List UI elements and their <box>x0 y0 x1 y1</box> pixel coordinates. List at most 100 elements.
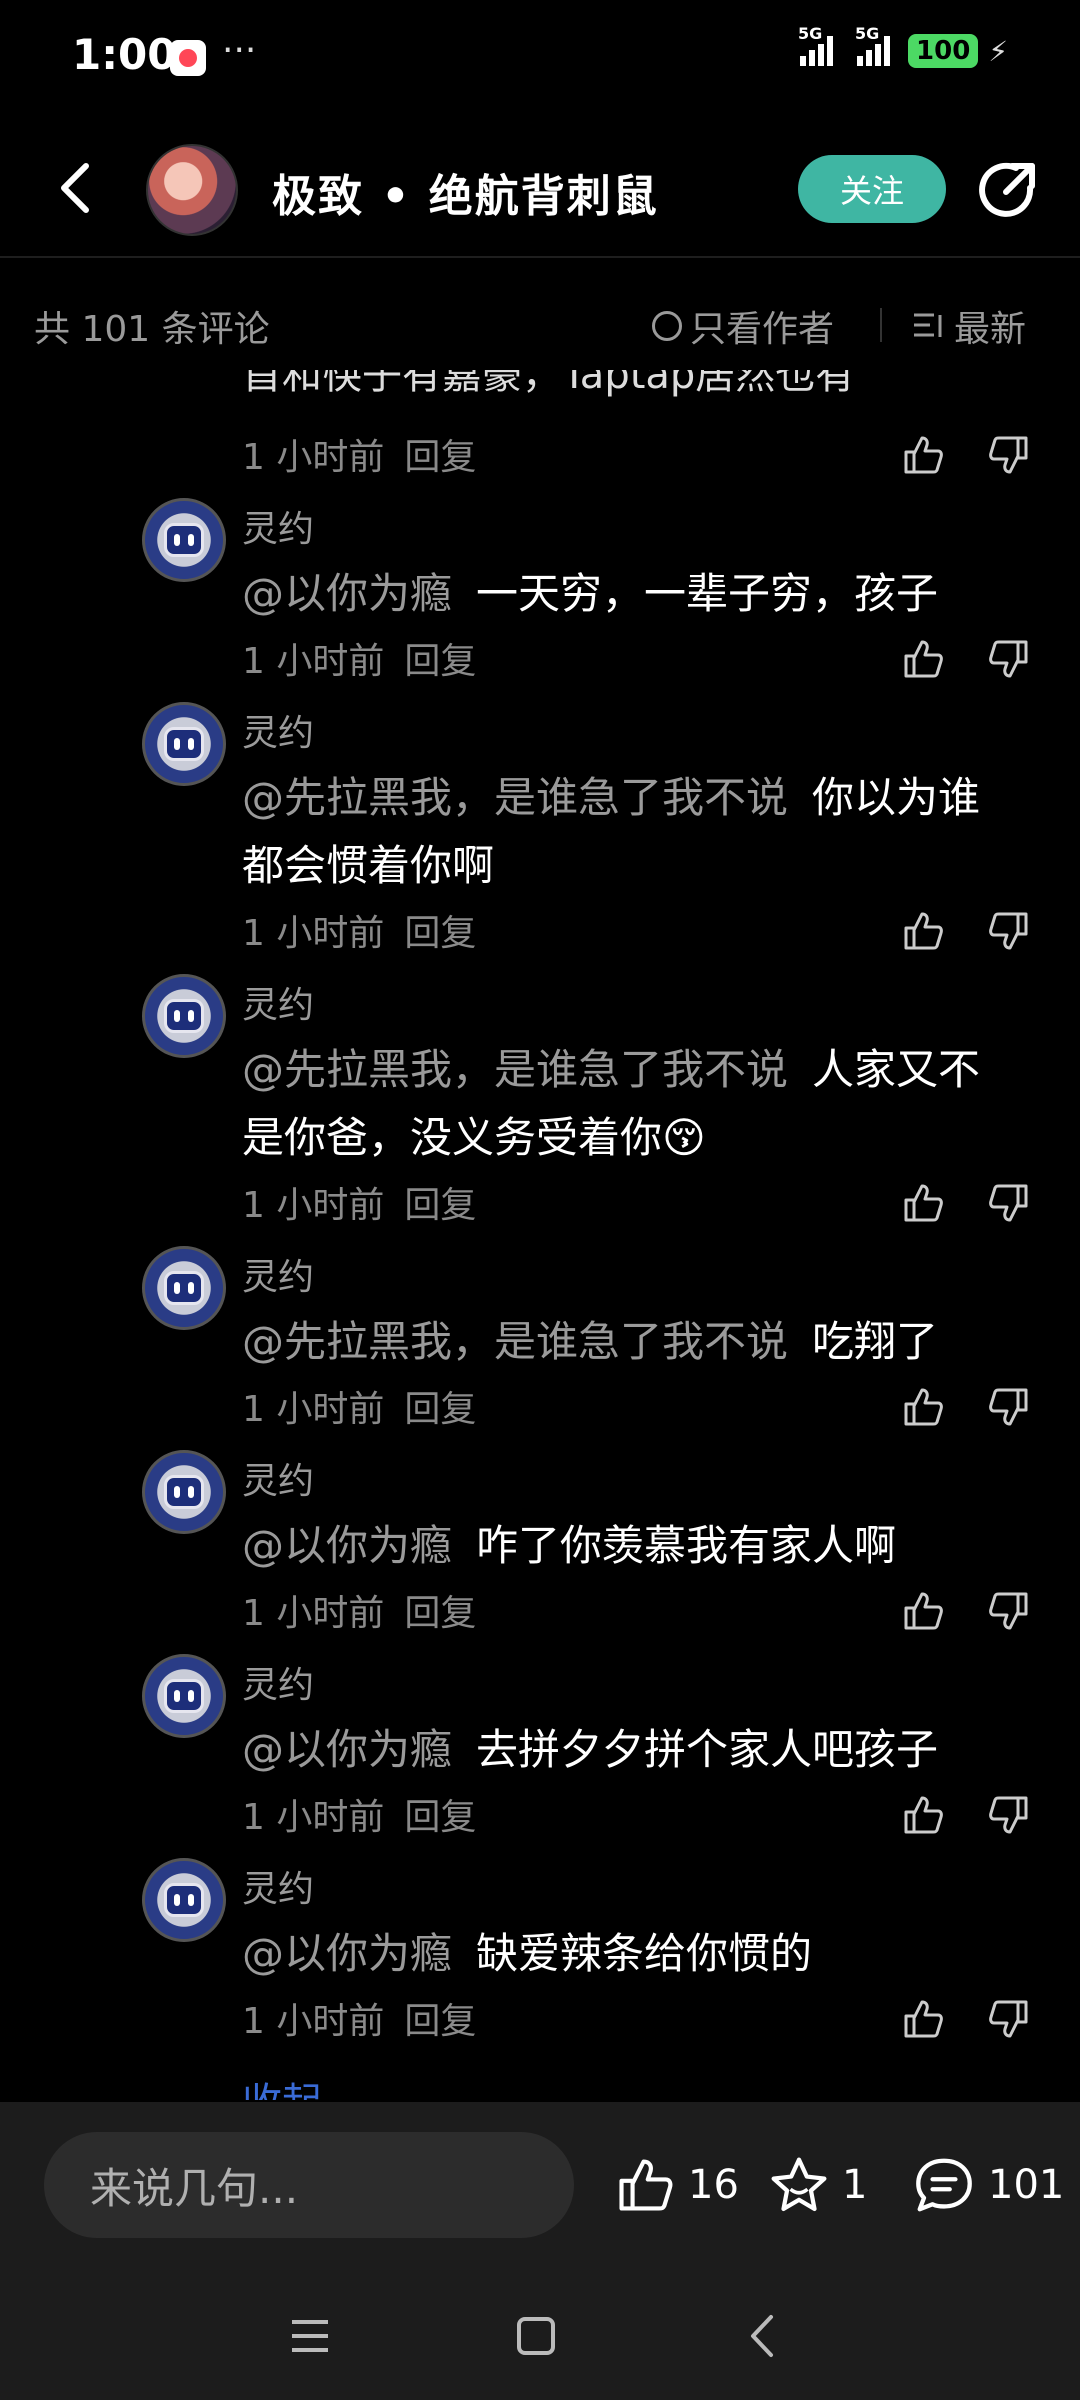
reply-button[interactable]: 回复 <box>404 1584 476 1636</box>
dislike-button[interactable] <box>986 636 1032 682</box>
author-only-toggle[interactable]: 只看作者 <box>652 300 834 352</box>
mention-link[interactable]: @以你为瘾 <box>242 569 452 618</box>
system-nav-bar <box>0 2272 1080 2400</box>
reply-username[interactable]: 灵约 <box>242 1452 314 1504</box>
reply-item: 灵约 @先拉黑我，是谁急了我不说 吃翔了 1 小时前 回复 <box>0 1246 1080 1450</box>
reply-text: @以你为瘾 缺爱辣条给你惯的 <box>242 1920 1022 1988</box>
reply-item: 灵约 @先拉黑我，是谁急了我不说 人家又不是你爸，没义务受着你😚 1 小时前 回复 <box>0 974 1080 1246</box>
battery-indicator: 100 <box>908 34 979 68</box>
comment-count: 共 101 条评论 <box>34 309 270 350</box>
thumbs-down-icon <box>989 1388 1028 1426</box>
reply-meta-row: 1 小时前 回复 <box>242 1990 1042 2046</box>
dislike-button[interactable] <box>986 908 1032 954</box>
reply-time: 1 小时前 <box>242 1797 385 1838</box>
signal-icon-2: 5G <box>855 24 891 66</box>
reply-text: @先拉黑我，是谁急了我不说 你以为谁都会惯着你啊 <box>242 764 1022 900</box>
dislike-button[interactable] <box>986 1792 1032 1838</box>
recent-apps-button[interactable] <box>278 2304 342 2368</box>
reply-button[interactable]: 回复 <box>404 428 476 480</box>
user-avatar[interactable] <box>142 1858 226 1942</box>
like-button[interactable] <box>900 1180 946 1226</box>
reply-meta-row: 1 小时前 回复 <box>242 1378 1042 1434</box>
thumbs-up-icon <box>904 1388 943 1426</box>
system-back-button[interactable] <box>730 2304 794 2368</box>
comments-header: 共 101 条评论 只看作者 最新 <box>0 290 1080 358</box>
like-button[interactable] <box>900 1384 946 1430</box>
reply-text: @以你为瘾 咋了你羡慕我有家人啊 <box>242 1512 1022 1580</box>
mention-link[interactable]: @以你为瘾 <box>242 1521 452 1570</box>
dislike-button[interactable] <box>986 1996 1032 2042</box>
favorite-button[interactable]: 1 <box>768 2132 867 2238</box>
like-button[interactable] <box>900 432 946 478</box>
collapse-replies-link[interactable]: 收起 <box>242 2070 322 2100</box>
user-avatar[interactable] <box>142 498 226 582</box>
user-avatar[interactable] <box>142 974 226 1058</box>
like-button[interactable] <box>900 1792 946 1838</box>
header-divider <box>0 256 1080 258</box>
sort-latest-button[interactable]: 最新 <box>912 300 1026 352</box>
bottom-action-bar: 来说几句... 16 1 101 <box>0 2102 1080 2272</box>
like-button[interactable] <box>900 1588 946 1634</box>
mention-link[interactable]: @先拉黑我，是谁急了我不说 <box>242 773 788 822</box>
follow-button[interactable]: 关注 <box>798 155 946 223</box>
user-avatar[interactable] <box>142 1654 226 1738</box>
thumbs-up-icon <box>904 436 943 474</box>
reply-username[interactable]: 灵约 <box>242 976 314 1028</box>
home-square-icon <box>517 2317 555 2355</box>
mention-link[interactable]: @先拉黑我，是谁急了我不说 <box>242 1045 788 1094</box>
favorite-count: 1 <box>842 2162 868 2208</box>
reply-body: 一天穷，一辈子穷，孩子 <box>476 569 939 618</box>
mention-link[interactable]: @以你为瘾 <box>242 1929 452 1978</box>
thumbs-down-icon <box>989 912 1028 950</box>
reply-button[interactable]: 回复 <box>404 632 476 684</box>
dislike-button[interactable] <box>986 1384 1032 1430</box>
mention-link[interactable]: @以你为瘾 <box>242 1725 452 1774</box>
thumbs-down-icon <box>989 1184 1028 1222</box>
reply-username[interactable]: 灵约 <box>242 500 314 552</box>
reply-text: @以你为瘾 去拼夕夕拼个家人吧孩子 <box>242 1716 1022 1784</box>
dislike-button[interactable] <box>986 1588 1032 1634</box>
reply-username[interactable]: 灵约 <box>242 1248 314 1300</box>
reply-body: 吃翔了 <box>812 1317 939 1366</box>
reply-item: 灵约 @以你为瘾 缺爱辣条给你惯的 1 小时前 回复 <box>0 1858 1080 2062</box>
status-indicators: 5G 5G 100 ⚡ <box>798 24 1008 68</box>
thumbs-down-icon <box>989 640 1028 678</box>
radio-icon <box>652 311 682 341</box>
reply-text: @先拉黑我，是谁急了我不说 人家又不是你爸，没义务受着你😚 <box>242 1036 1022 1172</box>
reply-username[interactable]: 灵约 <box>242 704 314 756</box>
page-title: 极致 • 绝航背刺鼠 <box>272 171 659 222</box>
comment-bubble-icon <box>916 2158 972 2212</box>
menu-icon <box>292 2320 328 2352</box>
reply-time: 1 小时前 <box>242 641 385 682</box>
reply-body: 咋了你羡慕我有家人啊 <box>476 1521 897 1570</box>
reply-button[interactable]: 回复 <box>404 1788 476 1840</box>
like-button[interactable] <box>900 908 946 954</box>
user-avatar[interactable] <box>142 702 226 786</box>
reply-button[interactable]: 回复 <box>404 1176 476 1228</box>
reply-username[interactable]: 灵约 <box>242 1860 314 1912</box>
back-button[interactable] <box>46 158 106 218</box>
comment-input[interactable]: 来说几句... <box>44 2132 574 2238</box>
thumbs-up-icon <box>904 1184 943 1222</box>
author-avatar[interactable] <box>146 144 238 236</box>
reply-button[interactable]: 回复 <box>404 1992 476 2044</box>
reply-button[interactable]: 回复 <box>404 904 476 956</box>
comments-button[interactable]: 101 <box>912 2132 1064 2238</box>
sort-label: 最新 <box>954 309 1027 350</box>
share-button[interactable] <box>976 158 1040 222</box>
like-button[interactable] <box>900 636 946 682</box>
reply-username[interactable]: 灵约 <box>242 1656 314 1708</box>
thumbs-up-icon <box>904 2000 943 2038</box>
reply-list[interactable]: 首和筷子有嘉豪，Taptap居然也有 1 小时前 回复 灵约 @以你为瘾 一天穷，… <box>0 370 1080 2100</box>
dislike-button[interactable] <box>986 1180 1032 1226</box>
home-button[interactable] <box>504 2304 568 2368</box>
user-avatar[interactable] <box>142 1450 226 1534</box>
like-button[interactable] <box>900 1996 946 2042</box>
reply-time: 1 小时前 <box>242 2001 385 2042</box>
reply-button[interactable]: 回复 <box>404 1380 476 1432</box>
status-bar: 1:00 ··· 5G 5G 100 ⚡ <box>0 0 1080 120</box>
like-post-button[interactable]: 16 <box>614 2132 739 2238</box>
user-avatar[interactable] <box>142 1246 226 1330</box>
mention-link[interactable]: @先拉黑我，是谁急了我不说 <box>242 1317 788 1366</box>
dislike-button[interactable] <box>986 432 1032 478</box>
